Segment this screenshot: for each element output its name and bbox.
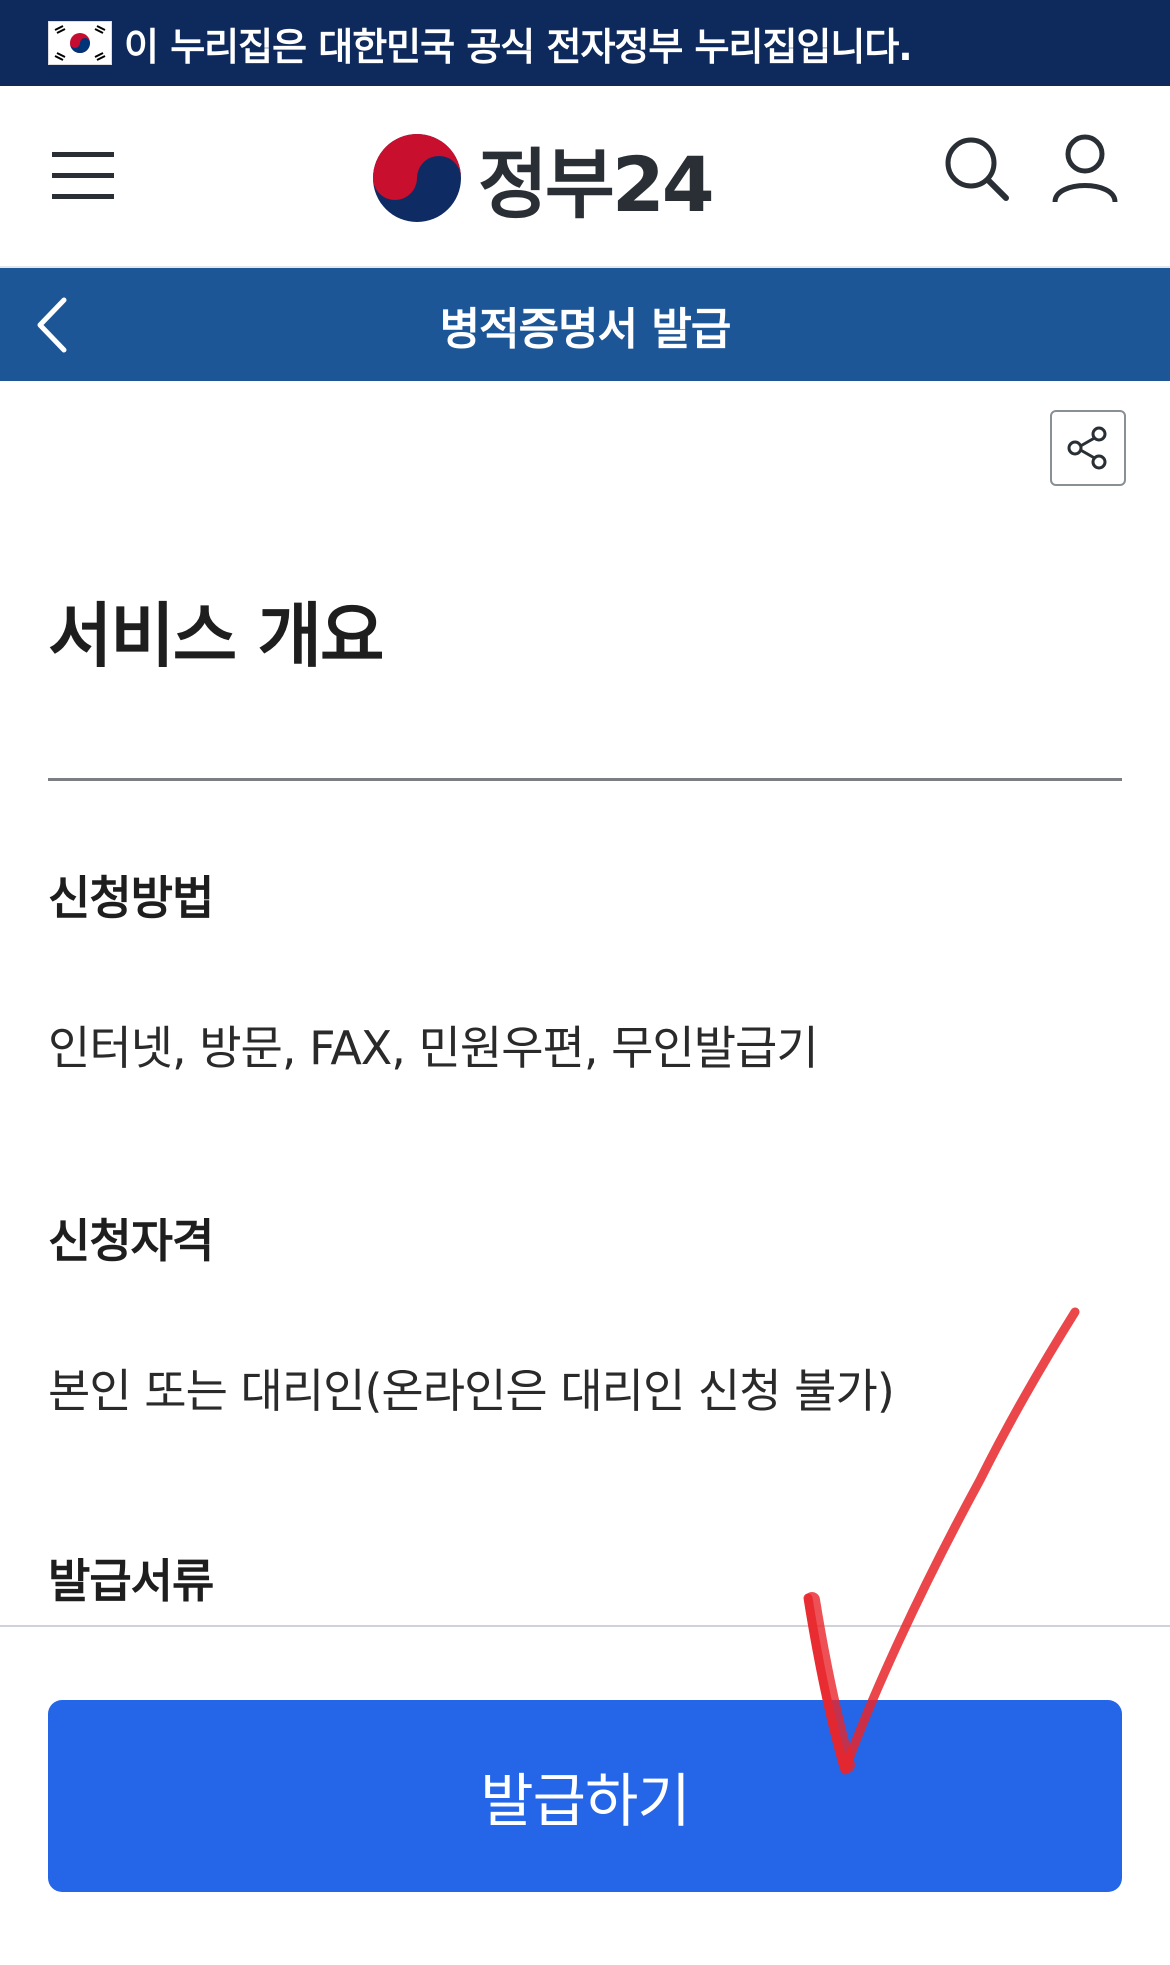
korea-flag-icon xyxy=(48,21,112,65)
site-header: 정부24 xyxy=(0,86,1170,268)
menu-icon[interactable] xyxy=(52,144,114,206)
share-button[interactable] xyxy=(1050,410,1126,486)
logo-text: 정부24 xyxy=(478,140,715,229)
taegeuk-logo-icon xyxy=(373,134,461,222)
issue-button[interactable]: 발급하기 xyxy=(48,1700,1122,1892)
search-icon[interactable] xyxy=(942,134,1012,204)
apply-method-label: 신청방법 xyxy=(48,871,214,925)
share-icon xyxy=(1067,426,1107,470)
page-title: 병적증명서 발급 xyxy=(439,303,732,355)
bottom-bar-divider xyxy=(0,1625,1170,1627)
gov-banner-text: 이 누리집은 대한민국 공식 전자정부 누리집입니다. xyxy=(124,24,913,69)
user-icon[interactable] xyxy=(1050,132,1120,204)
eligibility-label: 신청자격 xyxy=(48,1214,214,1268)
gov24-logo[interactable]: 정부24 xyxy=(370,130,715,229)
page-subheader: 병적증명서 발급 xyxy=(0,268,1170,381)
documents-label: 발급서류 xyxy=(48,1554,214,1608)
section-title: 서비스 개요 xyxy=(48,595,384,677)
gov-official-banner: 이 누리집은 대한민국 공식 전자정부 누리집입니다. xyxy=(0,0,1170,86)
section-divider xyxy=(48,778,1122,781)
apply-method-value: 인터넷, 방문, FAX, 민원우편, 무인발급기 xyxy=(48,1021,819,1075)
eligibility-value: 본인 또는 대리인(온라인은 대리인 신청 불가) xyxy=(48,1364,895,1418)
